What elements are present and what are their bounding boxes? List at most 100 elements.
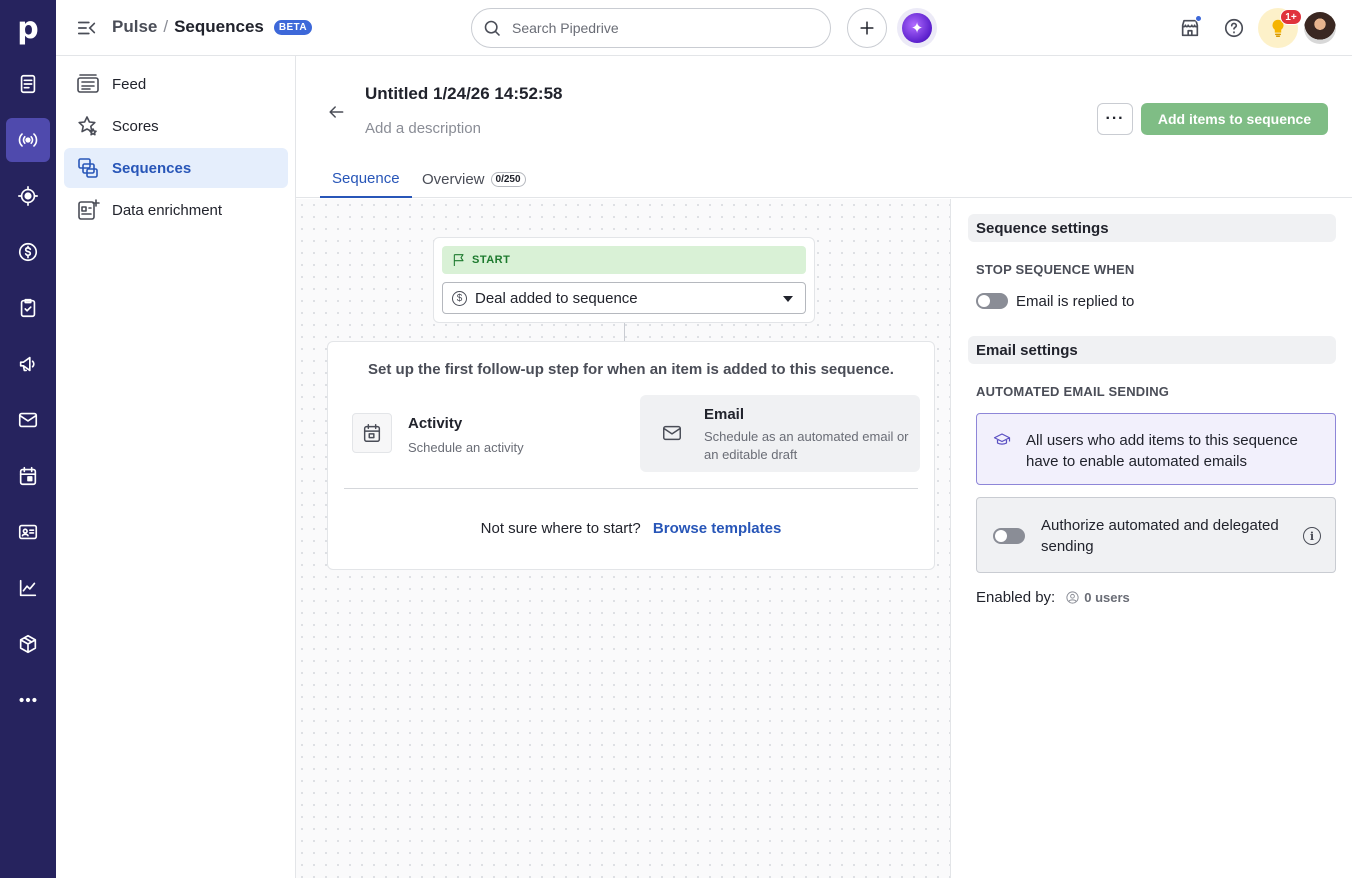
enabled-users-count: 0 users: [1084, 590, 1130, 605]
activity-option[interactable]: Activity Schedule an activity: [340, 395, 620, 472]
option-title: Email: [704, 406, 745, 423]
trigger-select[interactable]: $ Deal added to sequence: [442, 282, 806, 314]
add-items-button[interactable]: Add items to sequence: [1141, 103, 1328, 135]
start-node: START $ Deal added to sequence: [433, 237, 815, 323]
divider: [344, 488, 918, 489]
option-title: Activity: [408, 415, 463, 432]
notification-badge: 1+: [1280, 9, 1302, 25]
stop-sequence-label: STOP SEQUENCE WHEN: [976, 262, 1135, 277]
email-option[interactable]: Email Schedule as an automated email or …: [640, 395, 920, 472]
beta-badge: BETA: [273, 19, 312, 35]
marketplace-icon[interactable]: [1176, 14, 1204, 42]
calendar-icon[interactable]: [6, 454, 50, 498]
sparkle-icon: ✦: [902, 13, 932, 43]
back-button[interactable]: [322, 98, 350, 126]
breadcrumb-parent[interactable]: Pulse: [112, 17, 157, 37]
enabled-users[interactable]: 0 users: [1065, 590, 1130, 605]
browse-templates-link[interactable]: Browse templates: [653, 520, 781, 537]
more-icon[interactable]: [6, 678, 50, 722]
sidebar-item-sequences[interactable]: Sequences: [64, 148, 288, 188]
enabled-by-label: Enabled by:: [976, 589, 1056, 606]
campaigns-icon[interactable]: [6, 342, 50, 386]
sidebar-item-label: Feed: [112, 75, 147, 93]
more-actions-button[interactable]: ···: [1097, 103, 1133, 135]
sidebar-item-label: Sequences: [112, 159, 192, 177]
sequence-settings-header: Sequence settings: [968, 214, 1336, 242]
sidebar-item-data-enrichment[interactable]: Data enrichment: [64, 190, 288, 230]
search-placeholder: Search Pipedrive: [512, 20, 619, 36]
authorize-sending-toggle[interactable]: [993, 528, 1025, 544]
start-label: START: [472, 254, 511, 266]
app-rail: p: [0, 0, 56, 878]
authorize-sending-box: Authorize automated and delegated sendin…: [976, 497, 1336, 573]
feed-icon: [77, 74, 99, 93]
quick-add-button[interactable]: [847, 8, 887, 48]
breadcrumb-separator: /: [163, 17, 169, 36]
products-icon[interactable]: [6, 622, 50, 666]
ai-assistant-button[interactable]: ✦: [897, 8, 937, 48]
collapse-menu-icon[interactable]: [76, 17, 98, 39]
sequences-icon: [78, 158, 98, 178]
browse-prompt: Not sure where to start?: [480, 520, 641, 537]
option-subtitle: Schedule an activity: [408, 440, 524, 455]
option-subtitle: Schedule as an automated email or an edi…: [704, 429, 909, 462]
tasks-icon[interactable]: [6, 286, 50, 330]
tab-label: Overview: [422, 170, 485, 188]
data-enrichment-icon: [78, 199, 100, 220]
dollar-icon: $: [452, 291, 467, 306]
leads-icon[interactable]: [6, 62, 50, 106]
overview-count-badge: 0/250: [490, 171, 526, 187]
breadcrumb-current: Sequences: [174, 17, 264, 36]
reply-stop-toggle[interactable]: [976, 293, 1008, 309]
sidebar-item-scores[interactable]: Scores: [64, 106, 288, 146]
marketplace-dot: [1195, 15, 1202, 22]
description-field[interactable]: Add a description: [365, 120, 481, 137]
pipedrive-logo[interactable]: p: [0, 0, 56, 56]
plus-icon: [860, 21, 874, 35]
tab-label: Sequence: [332, 169, 400, 187]
start-label-bar: START: [442, 246, 806, 274]
pulse-icon[interactable]: [6, 118, 50, 162]
graduation-cap-icon: [993, 433, 1011, 445]
browse-templates-row: Not sure where to start? Browse template…: [328, 520, 934, 537]
automated-sending-label: AUTOMATED EMAIL SENDING: [976, 384, 1170, 399]
flag-icon: [453, 254, 464, 266]
contacts-icon[interactable]: [6, 510, 50, 554]
trigger-value: Deal added to sequence: [475, 289, 638, 307]
tab-bar: Sequence Overview 0/250: [296, 160, 1352, 198]
user-circle-icon: [1066, 591, 1079, 604]
breadcrumb: Pulse / Sequences BETA: [112, 17, 312, 37]
tab-overview[interactable]: Overview 0/250: [422, 160, 526, 198]
step-prompt: Set up the first follow-up step for when…: [368, 361, 894, 378]
info-icon[interactable]: i: [1303, 527, 1321, 545]
help-icon[interactable]: [1220, 14, 1248, 42]
target-icon[interactable]: [6, 174, 50, 218]
top-bar: Pulse / Sequences BETA Search Pipedrive …: [56, 0, 1352, 56]
arrow-left-icon: [329, 106, 344, 118]
mail-icon[interactable]: [6, 398, 50, 442]
email-settings-header: Email settings: [968, 336, 1336, 364]
chevron-down-icon: [783, 296, 793, 302]
first-step-card: Set up the first follow-up step for when…: [327, 341, 935, 570]
reply-stop-label: Email is replied to: [1016, 293, 1135, 310]
search-icon: [484, 20, 501, 37]
sequence-title[interactable]: Untitled 1/24/26 14:52:58: [365, 84, 562, 104]
sidebar-item-label: Scores: [112, 117, 159, 135]
sidebar-item-feed[interactable]: Feed: [64, 64, 288, 104]
sidebar-item-label: Data enrichment: [112, 201, 223, 219]
enabled-by-row: Enabled by: 0 users: [976, 589, 1130, 606]
authorize-label: Authorize automated and delegated sendin…: [1041, 517, 1279, 555]
automated-email-info: All users who add items to this sequence…: [976, 413, 1336, 485]
envelope-icon: [652, 413, 692, 453]
deals-icon[interactable]: [6, 230, 50, 274]
pulse-side-nav: Feed Scores Sequences Data enrichment: [56, 56, 296, 878]
calendar-icon: [352, 413, 392, 453]
info-text: All users who add items to this sequence…: [1026, 432, 1298, 470]
search-input[interactable]: Search Pipedrive: [471, 8, 831, 48]
scores-icon: [78, 116, 97, 136]
tab-sequence[interactable]: Sequence: [320, 160, 412, 198]
insights-icon[interactable]: [6, 566, 50, 610]
settings-panel: Sequence settings STOP SEQUENCE WHEN Ema…: [952, 199, 1352, 878]
avatar[interactable]: [1304, 12, 1336, 44]
connector-line: [624, 323, 625, 342]
